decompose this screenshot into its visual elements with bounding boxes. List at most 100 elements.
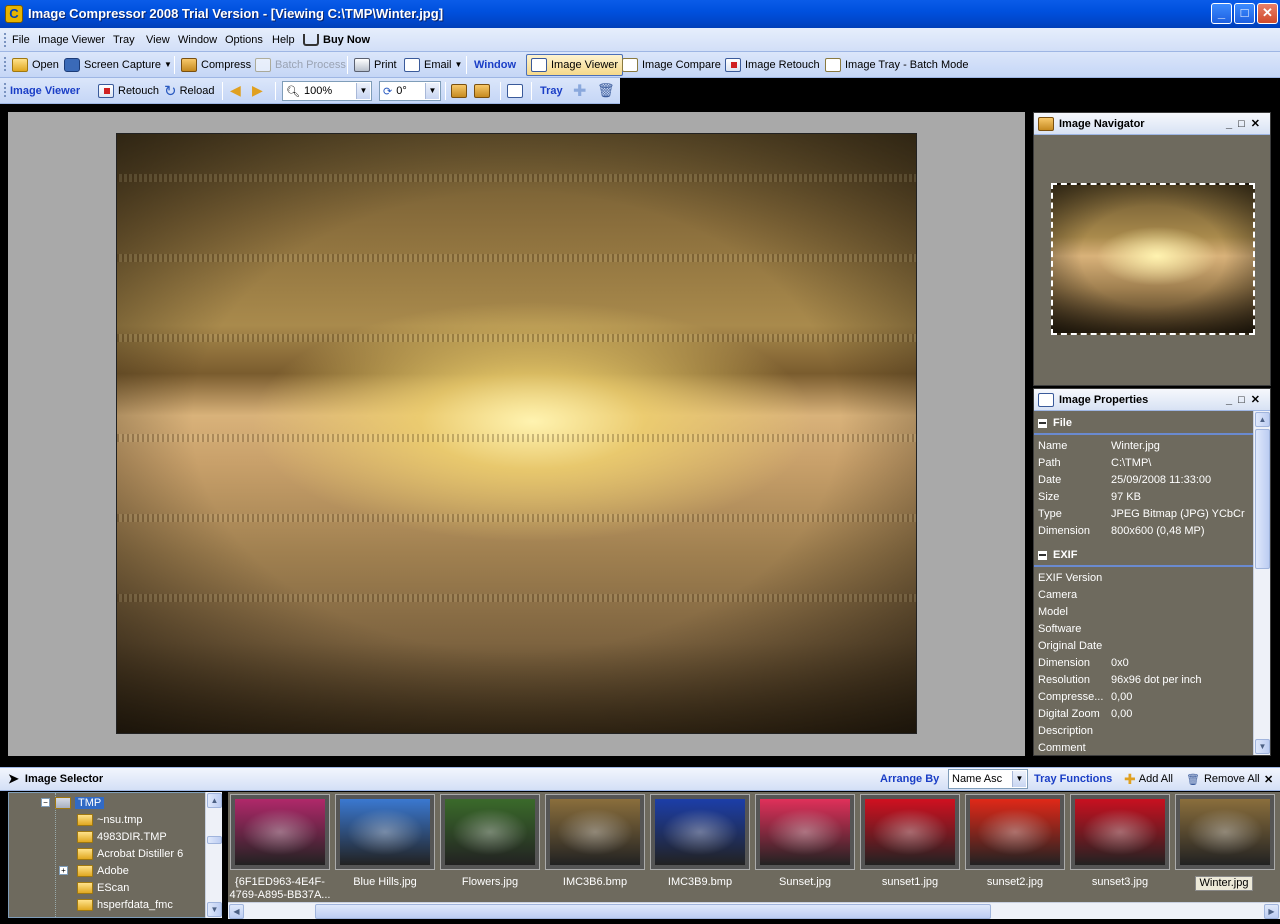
image-selector-title: Image Selector	[24, 773, 104, 785]
thumbnail[interactable]	[335, 794, 435, 870]
image-retouch-button[interactable]: Image Retouch	[725, 52, 820, 77]
thumbnail-strip[interactable]: {6F1ED963-4E4F-4769-A895-BB37A... Blue Hi…	[228, 792, 1280, 902]
thumbnail[interactable]	[650, 794, 750, 870]
toolbar-grip[interactable]	[4, 57, 7, 71]
cursor-icon: ➤	[8, 771, 19, 786]
scroll-down-icon[interactable]: ▼	[1255, 739, 1270, 754]
retouch-button[interactable]: Retouch	[98, 78, 159, 103]
menu-grip[interactable]	[4, 33, 7, 47]
remove-all-label: Remove All	[1203, 773, 1260, 785]
scroll-down-icon[interactable]: ▼	[207, 902, 222, 917]
scroll-thumb[interactable]	[1255, 429, 1270, 569]
scroll-up-icon[interactable]: ▲	[207, 793, 222, 808]
image-viewer-area[interactable]	[8, 112, 1025, 756]
maximize-button[interactable]: □	[1234, 3, 1255, 24]
menu-file[interactable]: File	[12, 28, 30, 51]
arrange-by-select[interactable]: Name Asc ▼	[948, 769, 1028, 789]
reload-icon: ↻	[164, 82, 177, 100]
fullscreen-icon	[507, 83, 523, 98]
properties-header: Image Properties _□✕	[1034, 389, 1270, 411]
batch-process-button[interactable]: Batch Process	[255, 52, 346, 77]
thumbnail[interactable]	[755, 794, 855, 870]
image-compare-button[interactable]: Image Compare	[622, 52, 721, 77]
fit-height-button[interactable]	[474, 78, 494, 103]
thumbnail-label: {6F1ED963-4E4F-4769-A895-BB37A...	[229, 876, 331, 901]
menu-buy-now[interactable]: Buy Now	[303, 28, 370, 51]
previous-image-icon[interactable]: ◀	[230, 78, 241, 103]
fullscreen-button[interactable]	[507, 78, 527, 103]
scroll-up-icon[interactable]: ▲	[1255, 412, 1270, 427]
print-button[interactable]: Print	[354, 52, 397, 77]
image-texture	[117, 514, 916, 522]
remove-all-button[interactable]: 🗑︎ Remove All	[1186, 768, 1260, 790]
trash-icon[interactable]: 🗑︎	[597, 78, 615, 103]
add-all-button[interactable]: ✚ Add All	[1124, 768, 1173, 790]
collapse-icon[interactable]: −	[41, 798, 50, 807]
menu-tray[interactable]: Tray	[113, 28, 135, 51]
tree-item[interactable]: ~nsu.tmp	[77, 811, 143, 828]
image-viewer-button[interactable]: Image Viewer	[526, 54, 624, 76]
tree-item[interactable]: hsperfdata_fmc	[77, 896, 173, 913]
navigator-viewport[interactable]	[1051, 183, 1255, 335]
tree-item[interactable]: Adobe	[77, 862, 129, 879]
menu-window[interactable]: Window	[178, 28, 217, 51]
file-section-header[interactable]: File	[1034, 413, 1254, 435]
tree-item[interactable]: TMP	[55, 794, 105, 811]
scroll-thumb[interactable]	[207, 836, 222, 844]
fit-width-button[interactable]	[451, 78, 471, 103]
thumbnail-scrollbar[interactable]: ◀ ▶	[228, 902, 1280, 919]
add-to-tray-icon[interactable]: ✚	[573, 78, 586, 103]
navigator-title: Image Navigator	[1059, 117, 1145, 130]
chevron-down-icon[interactable]: ▼	[1012, 771, 1026, 787]
compress-icon	[181, 57, 197, 72]
screen-capture-button[interactable]: Screen Capture ▼	[64, 52, 172, 77]
scroll-right-icon[interactable]: ▶	[1264, 904, 1279, 919]
tree-item[interactable]: 4983DIR.TMP	[77, 828, 167, 845]
exif-section-header[interactable]: EXIF	[1034, 545, 1254, 567]
image-selector-header: ➤ Image Selector Arrange By Name Asc ▼ T…	[0, 767, 1280, 791]
thumbnail[interactable]	[860, 794, 960, 870]
tree-item[interactable]: Acrobat Distiller 6	[77, 845, 183, 862]
zoom-combo[interactable]: 🔍︎ 100% ▼	[282, 81, 372, 101]
email-button[interactable]: Email ▼	[404, 52, 462, 77]
menu-options[interactable]: Options	[225, 28, 263, 51]
thumbnail[interactable]	[545, 794, 645, 870]
menu-view[interactable]: View	[146, 28, 170, 51]
selector-close-icon[interactable]: ✕	[1264, 768, 1273, 790]
scroll-left-icon[interactable]: ◀	[229, 904, 244, 919]
tree-item[interactable]: EScan	[77, 879, 129, 896]
folder-icon	[77, 881, 93, 894]
menu-image-viewer[interactable]: Image Viewer	[38, 28, 105, 51]
thumbnail[interactable]	[230, 794, 330, 870]
rotation-combo[interactable]: ⟳ 0° ▼	[379, 81, 441, 101]
close-button[interactable]: ✕	[1257, 3, 1278, 24]
tree-scrollbar[interactable]: ▲ ▼	[205, 792, 222, 918]
chevron-down-icon[interactable]: ▼	[425, 83, 439, 99]
thumbnail[interactable]	[965, 794, 1065, 870]
add-icon: ✚	[1124, 770, 1136, 787]
toolbar-grip[interactable]	[4, 83, 7, 97]
minimize-button[interactable]: _	[1211, 3, 1232, 24]
thumbnail[interactable]	[1070, 794, 1170, 870]
reload-button[interactable]: ↻ Reload	[164, 78, 214, 103]
open-button[interactable]: Open	[12, 52, 59, 77]
panel-controls[interactable]: _□✕	[1226, 393, 1266, 406]
exif-row: Resolution 96x96 dot per inch	[1038, 674, 1254, 691]
panel-controls[interactable]: _□✕	[1226, 117, 1266, 130]
thumbnail-label: sunset2.jpg	[986, 876, 1044, 888]
scroll-thumb[interactable]	[315, 904, 991, 919]
menu-help[interactable]: Help	[272, 28, 295, 51]
thumbnail[interactable]	[1175, 794, 1275, 870]
batch-process-label: Batch Process	[275, 58, 346, 71]
properties-scrollbar[interactable]: ▲ ▼	[1253, 411, 1270, 755]
open-label: Open	[32, 58, 59, 71]
next-image-icon[interactable]: ▶	[252, 78, 263, 103]
thumbnail[interactable]	[440, 794, 540, 870]
chevron-down-icon[interactable]: ▼	[356, 83, 370, 99]
image-tray-button[interactable]: Image Tray - Batch Mode	[825, 52, 969, 77]
expand-icon[interactable]: +	[59, 866, 68, 875]
compress-button[interactable]: Compress	[181, 52, 251, 77]
folder-tree[interactable]: TMP ~nsu.tmp 4983DIR.TMP Acrobat Distiller …	[8, 792, 222, 918]
winter-image[interactable]	[116, 133, 917, 734]
separator	[275, 82, 276, 100]
